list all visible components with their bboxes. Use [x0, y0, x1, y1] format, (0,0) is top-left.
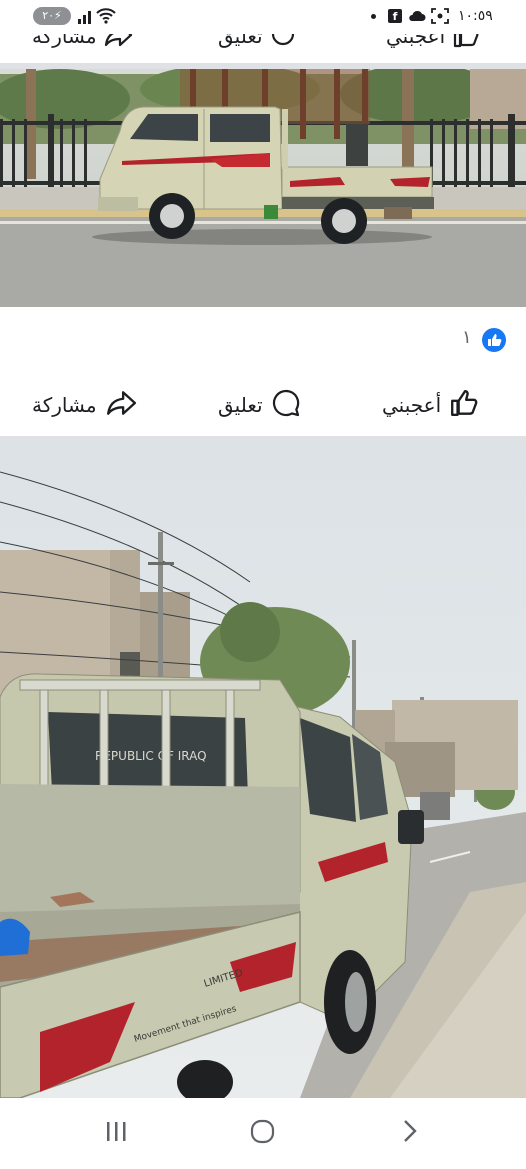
facebook-icon: f: [388, 9, 402, 23]
wifi-icon: [96, 8, 116, 28]
like-reaction-icon[interactable]: [482, 328, 506, 352]
dot-icon: [371, 14, 376, 19]
clock-time: ١٠:٥٩: [458, 8, 493, 24]
reaction-count[interactable]: ١: [462, 327, 472, 348]
cloud-icon: [408, 10, 426, 26]
charging-icon: ⚡: [54, 9, 62, 22]
home-icon[interactable]: [250, 1116, 276, 1150]
back-icon[interactable]: [400, 1116, 420, 1150]
status-bar: ٢٠⚡ f ١٠:٥٩: [0, 0, 526, 34]
like-label: أعجبني: [382, 393, 442, 417]
comment-button[interactable]: تعليق: [218, 388, 301, 422]
post-photo-2[interactable]: REPUBLIC OF IRAQ LIMITED Movement that i…: [0, 442, 526, 1098]
truck-rear-photo: REPUBLIC OF IRAQ LIMITED Movement that i…: [0, 442, 526, 1098]
like-button[interactable]: أعجبني: [382, 388, 479, 422]
battery-indicator: ٢٠⚡: [33, 7, 71, 25]
truck-side-photo: [0, 69, 526, 307]
post-photo-1[interactable]: [0, 69, 526, 307]
share-icon: [105, 389, 137, 422]
comment-icon: [271, 388, 301, 423]
recent-apps-icon[interactable]: [104, 1116, 130, 1150]
screenshot-icon: [431, 8, 449, 28]
signal-icon: [78, 10, 94, 28]
system-nav-bar: [0, 1098, 526, 1169]
share-label: مشاركة: [32, 393, 97, 417]
comment-label: تعليق: [218, 393, 263, 417]
thumbs-up-icon: [449, 389, 479, 422]
battery-level: ٢٠: [42, 9, 55, 22]
svg-text:REPUBLIC OF IRAQ: REPUBLIC OF IRAQ: [95, 749, 207, 763]
share-button[interactable]: مشاركة: [32, 388, 137, 422]
